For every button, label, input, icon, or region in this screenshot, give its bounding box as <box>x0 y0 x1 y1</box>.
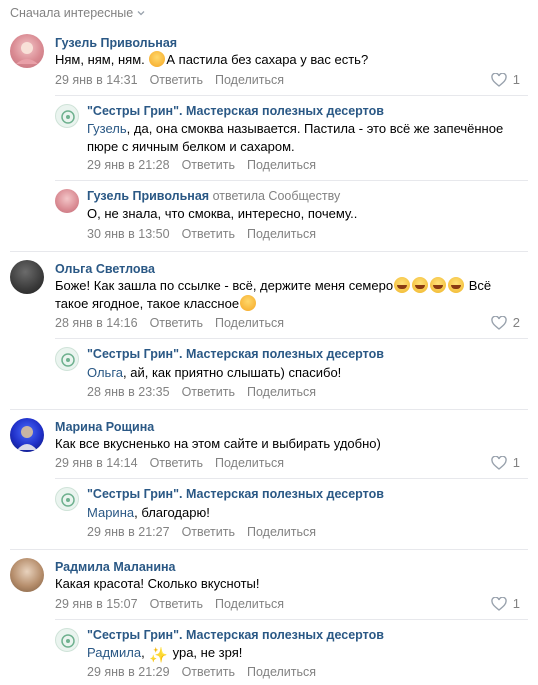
avatar[interactable] <box>10 34 44 68</box>
reply-button[interactable]: Ответить <box>150 73 203 87</box>
author-name[interactable]: Гузель Привольная <box>55 36 177 50</box>
share-button[interactable]: Поделиться <box>247 227 316 241</box>
avatar[interactable] <box>10 260 44 294</box>
comment-text: Боже! Как зашла по ссылке - всё, держите… <box>55 277 492 311</box>
like-count: 1 <box>512 455 520 470</box>
comment-date[interactable]: 30 янв в 13:50 <box>87 227 170 241</box>
comment-text: Как все вкусненько на этом сайте и выбир… <box>55 436 381 451</box>
comment-text: Марина, благодарю! <box>87 505 210 520</box>
comment-text: Радмила, ✨ ура, не зря! <box>87 645 243 664</box>
mention-link[interactable]: Радмила <box>87 645 141 660</box>
author-name[interactable]: "Сестры Грин". Мастерская полезных десер… <box>87 487 384 501</box>
comment-date[interactable]: 29 янв в 15:07 <box>55 597 138 611</box>
author-name[interactable]: Ольга Светлова <box>55 262 155 276</box>
heart-icon <box>491 315 507 330</box>
sparkles-emoji-icon: ✨ <box>149 647 168 664</box>
comment-meta: 29 янв в 14:31 Ответить Поделиться <box>55 73 284 87</box>
heart-icon <box>491 596 507 611</box>
avatar[interactable] <box>10 418 44 452</box>
comment-meta: 29 янв в 21:27 Ответить Поделиться <box>87 525 316 539</box>
reply-button[interactable]: Ответить <box>182 158 235 172</box>
reply-button[interactable]: Ответить <box>182 227 235 241</box>
smirk-emoji-icon <box>240 295 257 311</box>
community-avatar[interactable] <box>55 347 79 371</box>
share-button[interactable]: Поделиться <box>215 316 284 330</box>
avatar[interactable] <box>55 189 79 213</box>
author-name[interactable]: "Сестры Грин". Мастерская полезных десер… <box>87 104 384 118</box>
comment-text: Гузель, да, она смоква называется. Пасти… <box>87 121 504 154</box>
share-button[interactable]: Поделиться <box>247 525 316 539</box>
community-avatar[interactable] <box>55 628 79 652</box>
author-name[interactable]: "Сестры Грин". Мастерская полезных десер… <box>87 347 384 361</box>
author-name[interactable]: Марина Рощина <box>55 420 154 434</box>
like-button[interactable]: 1 <box>491 72 520 87</box>
like-button[interactable]: 2 <box>491 315 520 330</box>
community-avatar[interactable] <box>55 104 79 128</box>
like-count: 2 <box>512 315 520 330</box>
like-count: 1 <box>512 596 520 611</box>
reply-to-label: ответила Сообществу <box>212 189 341 203</box>
comment-meta: 29 янв в 15:07 Ответить Поделиться <box>55 597 284 611</box>
comment-meta: 29 янв в 21:28 Ответить Поделиться <box>87 158 316 172</box>
author-name[interactable]: "Сестры Грин". Мастерская полезных десер… <box>87 628 384 642</box>
author-name[interactable]: Радмила Маланина <box>55 560 176 574</box>
comment-date[interactable]: 29 янв в 21:27 <box>87 525 170 539</box>
like-button[interactable]: 1 <box>491 596 520 611</box>
share-button[interactable]: Поделиться <box>215 597 284 611</box>
share-button[interactable]: Поделиться <box>215 73 284 87</box>
mention-link[interactable]: Ольга <box>87 365 123 380</box>
reply-button[interactable]: Ответить <box>150 456 203 470</box>
comment-text: Какая красота! Сколько вкусноты! <box>55 576 260 591</box>
community-avatar[interactable] <box>55 487 79 511</box>
smile-emoji-icon <box>149 51 166 67</box>
comment: Гузель Привольная Ням, ням, ням. А пасти… <box>0 0 538 250</box>
comment-date[interactable]: 29 янв в 14:31 <box>55 73 138 87</box>
reply-button[interactable]: Ответить <box>182 385 235 399</box>
comment-text: Ольга, ай, как приятно слышать) спасибо! <box>87 365 342 380</box>
comment-meta: 28 янв в 23:35 Ответить Поделиться <box>87 385 316 399</box>
share-button[interactable]: Поделиться <box>247 385 316 399</box>
share-button[interactable]: Поделиться <box>215 456 284 470</box>
laughing-emoji-icon <box>412 277 429 293</box>
reply-button[interactable]: Ответить <box>150 316 203 330</box>
heart-icon <box>491 72 507 87</box>
reply-button[interactable]: Ответить <box>182 525 235 539</box>
mention-link[interactable]: Гузель <box>87 121 127 136</box>
comment-meta: 29 янв в 14:14 Ответить Поделиться <box>55 456 284 470</box>
comment-text: Ням, ням, ням. А пастила без сахара у ва… <box>55 51 369 67</box>
laughing-emoji-icon <box>448 277 465 293</box>
avatar[interactable] <box>10 558 44 592</box>
comment-meta: 29 янв в 21:29 Ответить Поделиться <box>87 665 316 679</box>
heart-icon <box>491 455 507 470</box>
comment-date[interactable]: 29 янв в 21:29 <box>87 665 170 679</box>
like-button[interactable]: 1 <box>491 455 520 470</box>
mention-link[interactable]: Марина <box>87 505 134 520</box>
comment-date[interactable]: 29 янв в 14:14 <box>55 456 138 470</box>
like-count: 1 <box>512 72 520 87</box>
author-name[interactable]: Гузель Привольная ответила Сообществу <box>87 189 340 203</box>
reply-button[interactable]: Ответить <box>150 597 203 611</box>
laughing-emoji-icon <box>394 277 411 293</box>
share-button[interactable]: Поделиться <box>247 158 316 172</box>
comment-date[interactable]: 29 янв в 21:28 <box>87 158 170 172</box>
share-button[interactable]: Поделиться <box>247 665 316 679</box>
comment-meta: 30 янв в 13:50 Ответить Поделиться <box>87 227 316 241</box>
comment-date[interactable]: 28 янв в 14:16 <box>55 316 138 330</box>
comment-meta: 28 янв в 14:16 Ответить Поделиться <box>55 316 284 330</box>
comment-text: О, не знала, что смоква, интересно, поче… <box>87 206 358 221</box>
laughing-emoji-icon <box>430 277 447 293</box>
comment-date[interactable]: 28 янв в 23:35 <box>87 385 170 399</box>
reply-button[interactable]: Ответить <box>182 665 235 679</box>
